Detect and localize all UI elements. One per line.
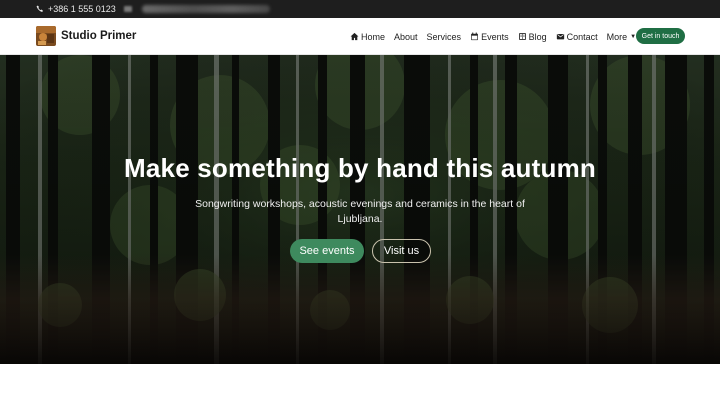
phone-number[interactable]: +386 1 555 0123 (48, 4, 116, 14)
nav-item-label: More (606, 31, 628, 42)
email-address-blurred[interactable] (141, 5, 270, 13)
top-contact-bar: +386 1 555 0123 (0, 0, 720, 18)
hero-subtitle: Songwriting workshops, acoustic evenings… (195, 198, 525, 225)
visit-us-button[interactable]: Visit us (372, 239, 431, 263)
envelope-icon (556, 33, 564, 40)
nav-links: Home About Services Events Blog Contact … (350, 18, 636, 55)
book-icon (518, 33, 526, 40)
studio-logo (36, 26, 56, 46)
nav-item-label: Home (361, 31, 386, 42)
page-content-below (0, 364, 720, 412)
nav-item-blog[interactable]: Blog (518, 32, 547, 42)
nav-item-label: Services (426, 31, 462, 42)
nav-item-label: Events (481, 31, 509, 42)
hero-title: Make something by hand this autumn (124, 153, 596, 183)
nav-item-label: Blog (528, 31, 547, 42)
nav-item-contact[interactable]: Contact (556, 32, 598, 42)
main-navbar: Studio Primer Home About Services Events… (0, 18, 720, 55)
brand[interactable]: Studio Primer (36, 26, 136, 46)
home-icon (350, 32, 359, 41)
nav-item-home[interactable]: Home (350, 32, 385, 42)
nav-item-events[interactable]: Events (470, 32, 509, 42)
nav-item-services[interactable]: Services (427, 32, 462, 42)
hero-banner: Make something by hand this autumn Songw… (0, 55, 720, 364)
nav-item-more[interactable]: More ▼ (607, 32, 636, 42)
nav-item-label: Contact (566, 31, 598, 42)
hero-content: Make something by hand this autumn Songw… (0, 55, 720, 364)
nav-item-label: About (394, 31, 418, 42)
get-in-touch-button[interactable]: Get in touch (636, 28, 685, 44)
brand-name: Studio Primer (61, 30, 137, 42)
phone-icon (36, 5, 44, 13)
nav-item-about[interactable]: About (394, 32, 418, 42)
envelope-icon (123, 6, 132, 12)
calendar-icon (471, 32, 478, 41)
see-events-button[interactable]: See events (290, 239, 364, 263)
